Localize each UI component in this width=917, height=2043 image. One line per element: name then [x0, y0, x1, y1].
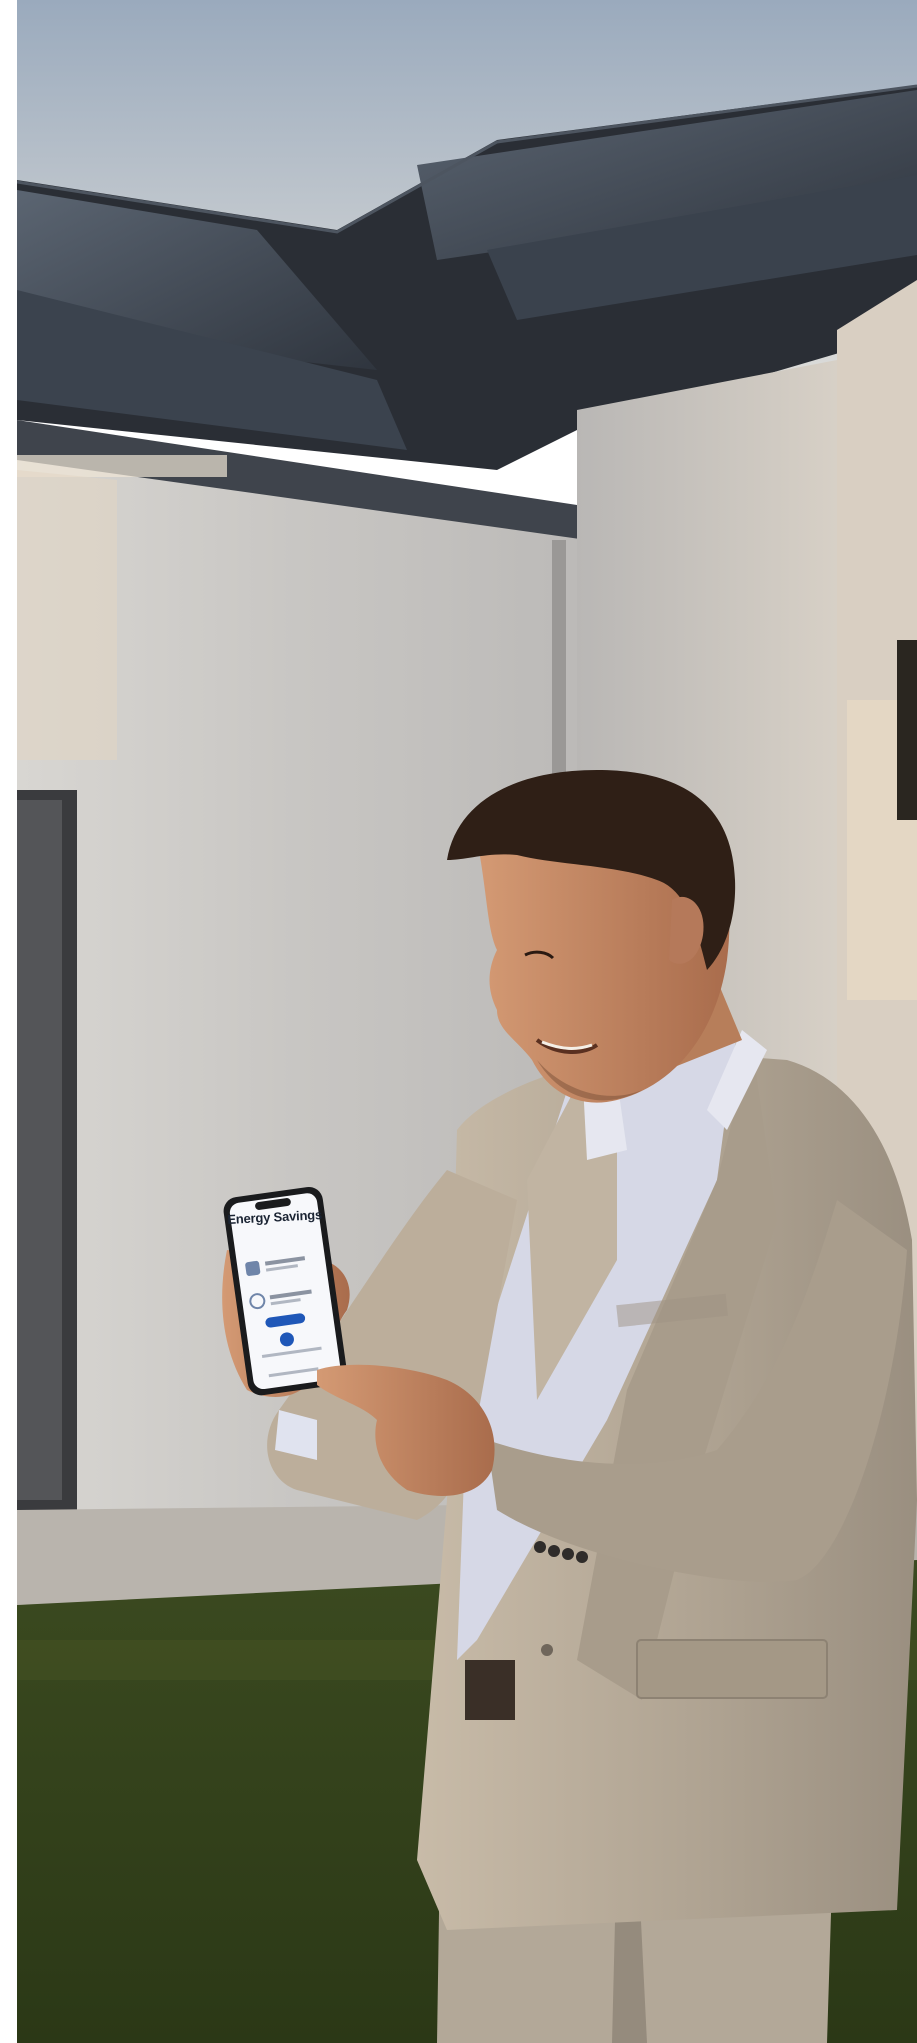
- photo-frame: Energy Savings: [0, 0, 917, 2043]
- photo-scene: Energy Savings: [17, 0, 917, 2043]
- scene-illustration: [17, 0, 917, 2043]
